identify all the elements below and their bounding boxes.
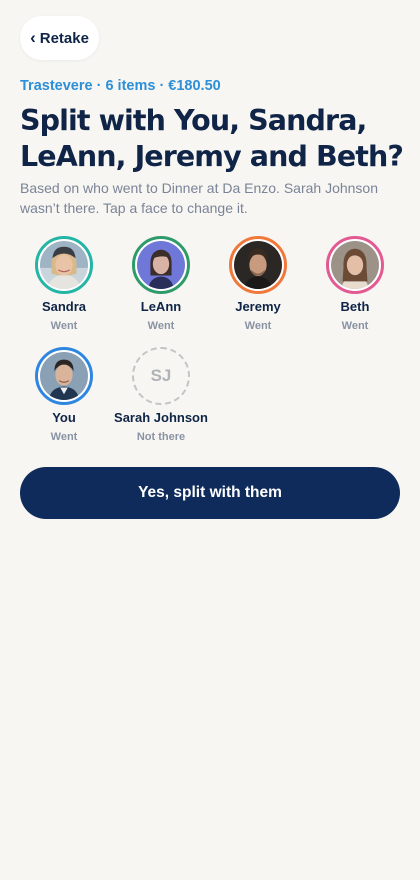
person-status: Went [147,320,175,332]
person-name: LeAnn [140,299,182,314]
avatar-sandra [35,236,93,294]
bill-summary: Trastevere · 6 items · €180.50 [20,78,221,94]
avatar-initials: SJ [150,366,172,385]
person-name: Sarah Johnson [114,410,208,425]
chevron-left-icon: ‹ [30,28,36,47]
page-title: Split with You, Sandra, LeAnn, Jeremy an… [20,104,404,173]
avatar-leann [132,236,190,294]
person-name: Sandra [41,299,87,314]
person-beth[interactable]: Beth Went [305,236,405,333]
retake-button[interactable]: ‹ Retake [20,16,99,60]
person-name: Beth [340,299,370,314]
person-leann[interactable]: LeAnn Went [111,236,211,333]
person-status: Went [341,320,369,332]
confirm-split-button[interactable]: Yes, split with them [20,467,400,519]
retake-label: Retake [39,29,89,47]
person-status: Went [50,431,78,443]
page-subtitle: Based on who went to Dinner at Da Enzo. … [20,180,378,216]
person-you[interactable]: You Went [14,347,114,444]
person-sandra[interactable]: Sandra Went [14,236,114,333]
person-status: Not there [136,431,186,443]
person-name: Jeremy [235,299,281,314]
person-status: Went [50,320,78,332]
avatar-initials-sarah-johnson: SJ [132,347,190,405]
person-jeremy[interactable]: Jeremy Went [208,236,308,333]
avatar-beth [326,236,384,294]
avatar-jeremy [229,236,287,294]
person-status: Went [244,320,272,332]
person-name: You [52,410,76,425]
person-sarah-johnson[interactable]: SJ Sarah Johnson Not there [111,347,211,444]
avatar-you [35,347,93,405]
